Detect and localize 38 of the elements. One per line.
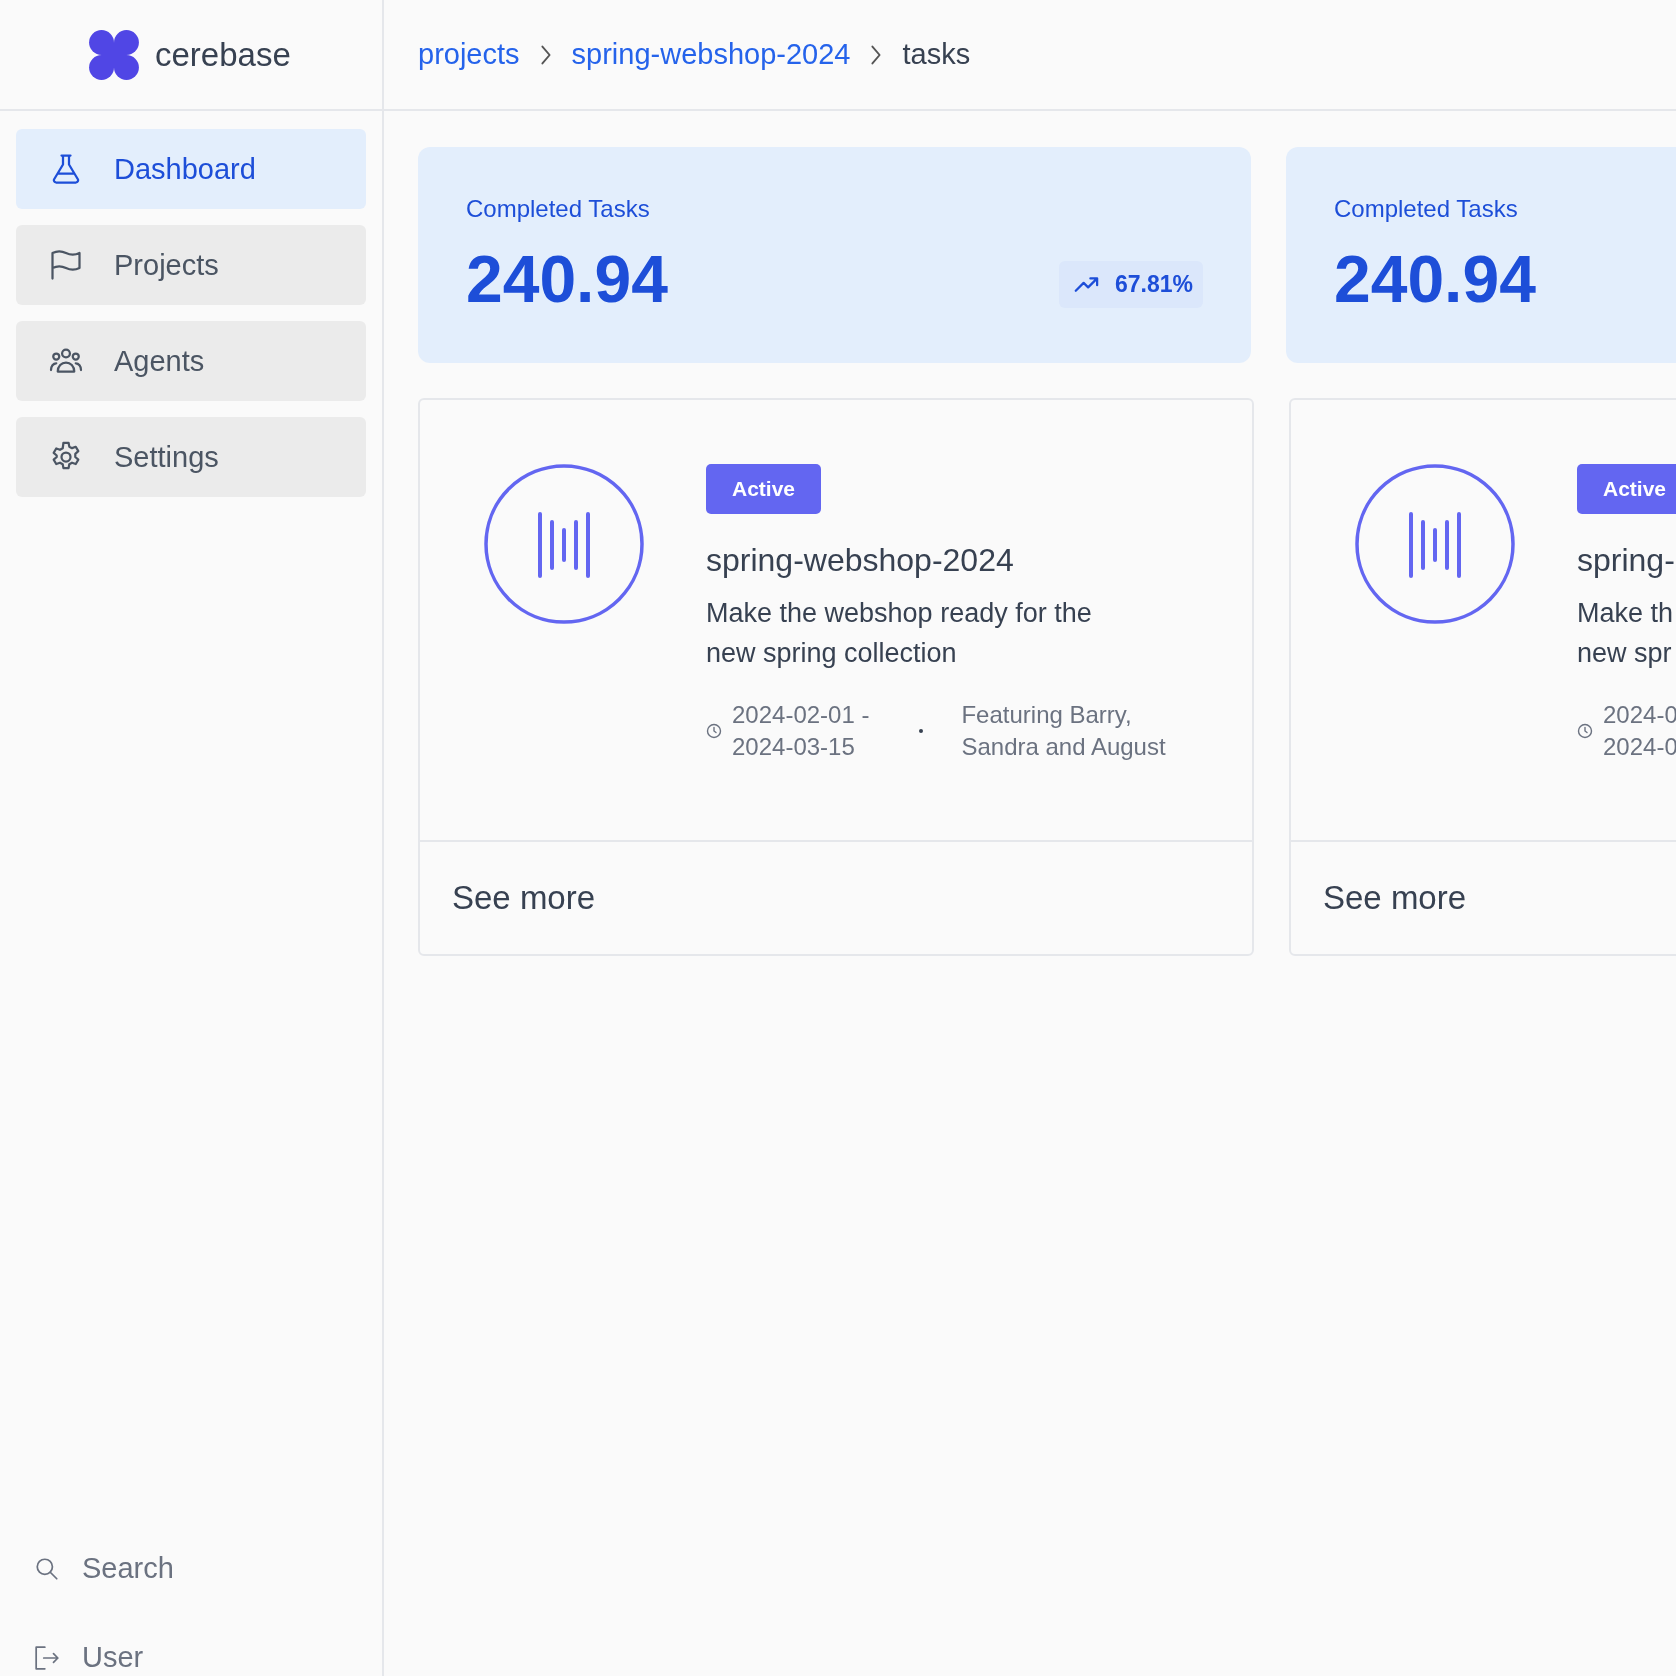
project-title: spring-webshop-2024	[706, 542, 1014, 579]
status-badge: Active	[1577, 464, 1676, 514]
project-description: Make the webshop ready for the new spring collection	[706, 597, 1092, 670]
date-range: 2024-02-01 - 2024-03-15	[732, 700, 870, 762]
project-icon	[1355, 464, 1515, 624]
search-button[interactable]: Search	[34, 1552, 382, 1585]
user-menu-button[interactable]: User	[34, 1641, 382, 1674]
nav-item[interactable]: Projects	[16, 225, 366, 305]
clock-icon	[1577, 723, 1593, 739]
trend-value: 67.81%	[1115, 270, 1193, 298]
project-members: Featuring Barry, Sandra and August	[961, 700, 1166, 762]
breadcrumb-link[interactable]: spring-webshop-2024	[571, 38, 851, 71]
project-title: spring-	[1577, 542, 1675, 579]
stat-value: 240.94	[1334, 241, 1536, 317]
see-more-link[interactable]: See more	[452, 879, 596, 917]
stat-label: Completed Tasks	[466, 195, 651, 223]
see-more-link[interactable]: See more	[1323, 879, 1467, 917]
breadcrumb-link[interactable]: projects	[418, 38, 520, 71]
search-icon	[34, 1555, 60, 1582]
trend-up-icon	[1073, 275, 1101, 293]
nav-item[interactable]: Settings	[16, 417, 366, 497]
stat-value: 240.94	[466, 241, 668, 317]
separator-dot	[919, 729, 924, 733]
clock-icon	[706, 723, 722, 739]
stat-label: Completed Tasks	[1334, 195, 1519, 223]
brand-name: cerebase	[155, 35, 291, 74]
date-range: 2024-0 2024-0	[1603, 700, 1676, 762]
breadcrumb-current: tasks	[902, 38, 971, 71]
logout-icon	[34, 1644, 60, 1671]
logo-icon	[87, 27, 141, 82]
status-badge: Active	[706, 464, 822, 514]
nav-item[interactable]: Dashboard	[16, 129, 366, 209]
chevron-right-icon	[539, 43, 552, 66]
project-icon	[484, 464, 644, 624]
nav-item[interactable]: Agents	[16, 321, 366, 401]
flag-icon	[48, 247, 84, 283]
chevron-right-icon	[870, 43, 883, 66]
project-description: Make th new spr	[1577, 597, 1674, 670]
